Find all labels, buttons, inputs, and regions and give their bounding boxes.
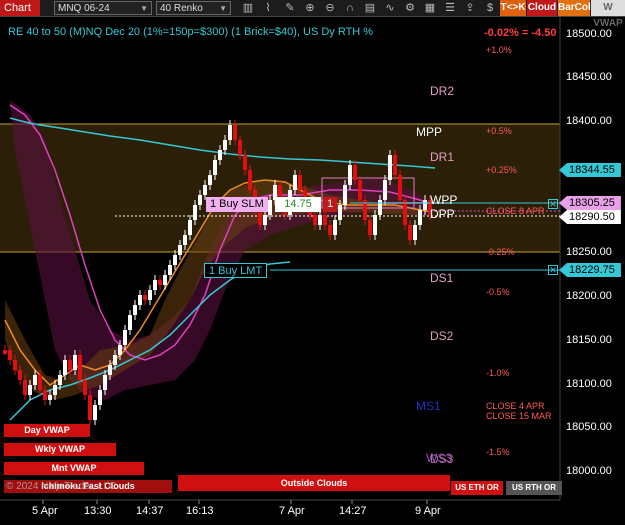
- pivot-dr2: DR2: [430, 84, 455, 98]
- outside-clouds-label[interactable]: Outside Clouds: [178, 475, 450, 491]
- pct-plus-1: +1.0%: [486, 45, 512, 55]
- price-tag-last: 18290.50: [559, 210, 621, 224]
- pct-minus-05: -0.5%: [486, 287, 510, 297]
- us-rth-or-label[interactable]: US RTH OR: [506, 481, 562, 495]
- close-15-mar-label: CLOSE 15 MAR: [486, 411, 552, 421]
- time-label: 14:27: [339, 505, 367, 517]
- close-8-apr-label: CLOSE 8 APR: [486, 206, 545, 216]
- pct-plus-025: +0.25%: [486, 165, 517, 175]
- buy-slm-price-offset[interactable]: 14.75: [275, 197, 321, 212]
- day-vwap-label[interactable]: Day VWAP: [4, 424, 90, 437]
- wkly-vwap-label[interactable]: Wkly VWAP: [4, 443, 116, 456]
- price-change: -0.02% = -4.50: [484, 27, 557, 39]
- price-tick: 18100.00: [566, 378, 612, 390]
- buy-slm-order[interactable]: 1 Buy SLM: [206, 197, 268, 212]
- price-tag-buy-stop: 18305.25: [559, 196, 621, 210]
- chart-info-text: RE 40 to 50 (M)NQ Dec 20 (1%=150p=$300) …: [8, 26, 374, 38]
- time-label: 5 Apr: [32, 505, 58, 517]
- pivot-mpp: MPP: [416, 125, 443, 139]
- copyright-text: © 2024 NinjaTrader, LLC: [6, 481, 117, 492]
- price-tick: 18450.00: [566, 71, 612, 83]
- pivot-dpp: DPP: [430, 207, 455, 221]
- buy-slm-qty[interactable]: 1: [323, 197, 337, 212]
- pivot-ds1: DS1: [430, 271, 454, 285]
- time-label: 14:37: [136, 505, 164, 517]
- price-tick: 18050.00: [566, 421, 612, 433]
- pivot-ds2: DS2: [430, 329, 454, 343]
- close-4-apr-label: CLOSE 4 APR: [486, 401, 545, 411]
- buy-lmt-order[interactable]: 1 Buy LMT: [204, 263, 268, 278]
- time-label: 13:30: [84, 505, 112, 517]
- price-tick: 18150.00: [566, 334, 612, 346]
- price-tag-buy-limit: 18229.75: [559, 263, 621, 277]
- price-tick: 18250.00: [566, 246, 612, 258]
- pivot-ds3: DS3: [430, 452, 454, 466]
- pct-minus-1: -1.0%: [486, 368, 510, 378]
- pivot-ms1: MS1: [416, 399, 441, 413]
- price-tag-cyan-vwap: 18344.55: [559, 163, 621, 177]
- pivot-dr1: DR1: [430, 150, 455, 164]
- pct-plus-05: +0.5%: [486, 126, 512, 136]
- price-tick: 18000.00: [566, 465, 612, 477]
- cancel-buy-slm-icon[interactable]: ✕: [548, 199, 558, 209]
- price-tick: 18500.00: [566, 28, 612, 40]
- pct-minus-15: -1.5%: [486, 447, 510, 457]
- time-label: 7 Apr: [279, 505, 305, 517]
- time-label: 9 Apr: [415, 505, 441, 517]
- time-label: 16:13: [186, 505, 214, 517]
- pivot-wpp: WPP: [430, 193, 458, 207]
- price-tick: 18400.00: [566, 115, 612, 127]
- us-eth-or-label[interactable]: US ETH OR: [451, 481, 503, 495]
- pct-minus-025: -0.25%: [486, 247, 515, 257]
- cancel-buy-lmt-icon[interactable]: ✕: [548, 265, 558, 275]
- mnt-vwap-label[interactable]: Mnt VWAP: [4, 462, 144, 475]
- price-tick: 18200.00: [566, 290, 612, 302]
